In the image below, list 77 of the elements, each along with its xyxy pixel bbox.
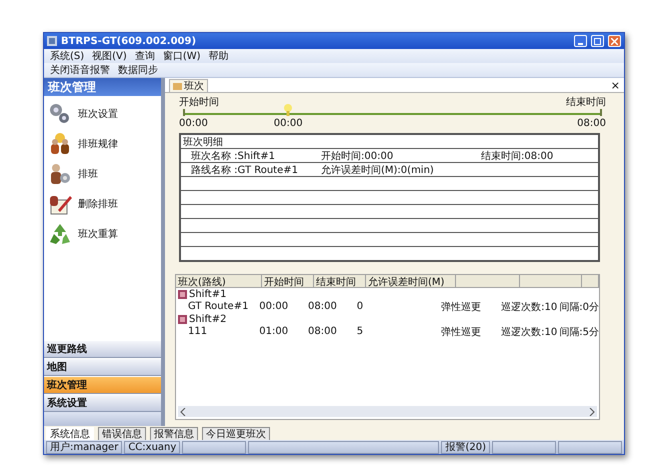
sidebar-item[interactable]: 删除排班 xyxy=(78,197,118,211)
sidebar-header: 班次管理 xyxy=(44,78,161,96)
table-cell-text: 开始时间:00:00 xyxy=(321,150,394,162)
folder-icon xyxy=(173,83,182,90)
time-tick-label: 00:00 xyxy=(179,118,208,129)
tab[interactable]: 班次 xyxy=(169,79,208,92)
status-panel xyxy=(492,440,556,454)
status-text: CC:xuany xyxy=(124,440,180,454)
person-gear-icon xyxy=(51,164,70,184)
toolbar-button[interactable]: 关闭语音报警 xyxy=(50,63,110,77)
nav-button[interactable]: 地图 xyxy=(44,358,161,376)
table-cell-text: 0 xyxy=(356,301,364,312)
table-cell-text: GT Route#1 xyxy=(187,301,250,312)
status-text: 用户:manager xyxy=(46,440,122,454)
table-cell-text: 允许误差时间(M):0(min) xyxy=(321,164,435,176)
shift-icon xyxy=(178,290,187,298)
maximize-icon xyxy=(594,38,601,44)
column-header[interactable]: 班次(路线) xyxy=(176,275,262,287)
bulb-icon[interactable] xyxy=(282,104,293,116)
table-cell-text: 08:00 xyxy=(307,301,338,312)
horizontal-scrollbar[interactable] xyxy=(178,406,597,417)
recycle-icon xyxy=(50,224,70,244)
table-cell-text: 班次名称 :Shift#1 xyxy=(190,150,276,162)
table-cell-text: 巡逻次数:10 xyxy=(500,326,558,338)
menu-item[interactable]: 系统(S) xyxy=(50,49,84,63)
status-text: 报警(20) xyxy=(441,440,490,454)
menu-item[interactable]: 查询 xyxy=(134,49,155,63)
tab[interactable]: 报警信息 xyxy=(150,427,198,440)
status-panel xyxy=(558,440,622,454)
toolbar-button[interactable]: 数据同步 xyxy=(118,63,158,77)
end-time-label: 结束时间 xyxy=(566,96,606,109)
time-tick-label: 00:00 xyxy=(274,118,303,129)
people-icon xyxy=(51,133,69,154)
column-header[interactable]: 结束时间 xyxy=(314,275,366,287)
nav-button[interactable]: 班次管理 xyxy=(44,376,161,394)
sidebar-item[interactable]: 排班规律 xyxy=(78,137,118,151)
table-cell-text: 路线名称 :GT Route#1 xyxy=(190,164,299,176)
close-button[interactable] xyxy=(608,35,621,47)
menu-item[interactable]: 帮助 xyxy=(208,49,229,63)
table-cell-text: 结束时间:08:00 xyxy=(481,150,554,162)
tab[interactable]: 今日巡更班次 xyxy=(202,427,270,440)
close-icon xyxy=(611,38,618,44)
table-cell-text: 弹性巡更 xyxy=(440,300,482,314)
menu-item[interactable]: 视图(V) xyxy=(92,49,127,63)
table-cell-text: 00:00 xyxy=(258,301,290,312)
close-tab-button[interactable]: × xyxy=(610,80,620,92)
document-pen-icon xyxy=(50,196,72,214)
tree-item[interactable]: Shift#1 xyxy=(189,288,226,300)
nav-button[interactable]: 巡更路线 xyxy=(44,340,161,358)
column-header[interactable]: 开始时间 xyxy=(262,275,314,287)
table-cell-text: 巡逻次数:10 xyxy=(500,300,558,314)
table-cell-text: 间隔:0分 xyxy=(558,300,599,314)
table-cell-text: 01:00 xyxy=(258,326,290,337)
nav-button[interactable]: 系统设置 xyxy=(44,394,161,412)
menu-item[interactable]: 窗口(W) xyxy=(162,49,201,63)
start-time-label: 开始时间 xyxy=(179,96,219,109)
sidebar-item[interactable]: 班次重算 xyxy=(78,227,118,241)
column-header[interactable]: 允许误差时间(M) xyxy=(366,275,456,287)
app-icon xyxy=(47,36,57,46)
table-cell-text: 111 xyxy=(187,326,208,337)
gears-icon xyxy=(50,104,69,123)
sidebar-item[interactable]: 排班 xyxy=(78,167,98,181)
table-cell-text: 弹性巡更 xyxy=(440,326,482,338)
window-title: BTRPS-GT(609.002.009) xyxy=(61,36,198,46)
tree-item[interactable]: Shift#2 xyxy=(189,314,226,324)
tab[interactable]: 错误信息 xyxy=(98,427,146,440)
table-title: 班次明细 xyxy=(182,136,223,148)
table-cell-text: 08:00 xyxy=(307,326,338,337)
time-tick-label: 08:00 xyxy=(577,118,606,129)
status-panel xyxy=(182,440,246,454)
table-cell-text: 5 xyxy=(356,326,364,337)
shift-icon xyxy=(178,314,187,324)
tab[interactable]: 系统信息 xyxy=(46,427,94,440)
minimize-button[interactable] xyxy=(574,35,587,47)
sidebar-item[interactable]: 班次设置 xyxy=(78,107,118,121)
table-cell-text: 间隔:5分 xyxy=(558,326,599,338)
maximize-button[interactable] xyxy=(591,35,604,47)
